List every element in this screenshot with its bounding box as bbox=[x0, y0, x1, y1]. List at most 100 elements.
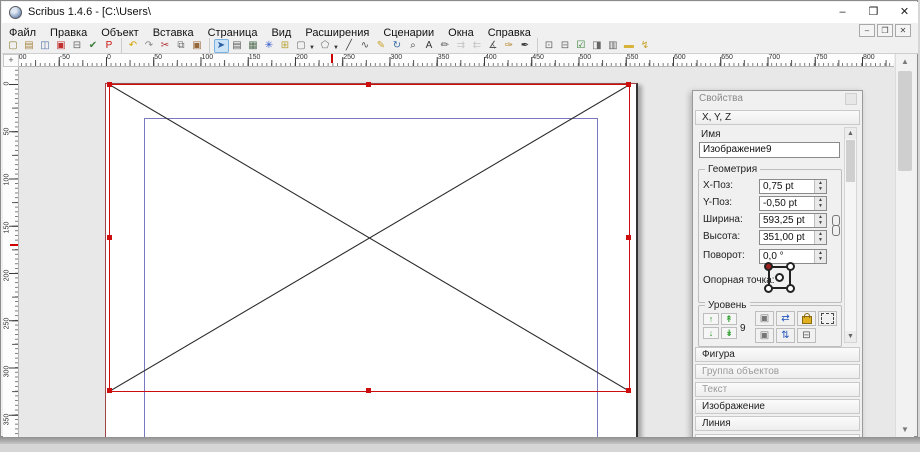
selection-handle[interactable] bbox=[107, 388, 112, 393]
paste-button[interactable]: ▣ bbox=[190, 39, 205, 53]
edit-text-story-editor-button[interactable]: ✏ bbox=[437, 39, 452, 53]
spin-down-icon[interactable]: ▼ bbox=[815, 203, 826, 209]
ruler-origin-button[interactable]: + bbox=[3, 54, 19, 67]
link-text-frames-button[interactable]: ⇉ bbox=[453, 39, 468, 53]
copy-button[interactable]: ⧉ bbox=[174, 39, 189, 53]
section-line[interactable]: Линия bbox=[695, 416, 860, 431]
minimize-button[interactable]: – bbox=[828, 2, 857, 22]
insert-image-frame-button[interactable]: ▦ bbox=[246, 39, 261, 53]
unlink-text-frames-button[interactable]: ⇇ bbox=[469, 39, 484, 53]
basepoint-top-right[interactable] bbox=[786, 262, 795, 271]
mirror-horizontal-button[interactable]: ▣ bbox=[755, 311, 774, 326]
new-document-button[interactable]: ▢ bbox=[6, 39, 21, 53]
pdf-text-field-tool[interactable]: ⊟ bbox=[557, 39, 572, 53]
lock-size-button[interactable] bbox=[818, 311, 837, 326]
pdf-push-button-tool[interactable]: ⊡ bbox=[541, 39, 556, 53]
insert-shape-button-dropdown-icon[interactable]: ▼ bbox=[309, 45, 315, 51]
export-pdf-button[interactable]: P bbox=[102, 39, 117, 53]
tab-xyz[interactable]: X, Y, Z bbox=[695, 110, 860, 125]
print-document-button[interactable]: ⊟ bbox=[70, 39, 85, 53]
insert-line-button[interactable]: ╱ bbox=[341, 39, 356, 53]
y-pos-field[interactable]: -0,50 pt▲▼ bbox=[759, 196, 827, 211]
cut-button[interactable]: ✂ bbox=[158, 39, 173, 53]
mdi-close-button[interactable]: ✕ bbox=[895, 24, 911, 37]
close-button[interactable]: ✕ bbox=[890, 2, 919, 22]
zoom-tool-button[interactable]: ⌕ bbox=[405, 39, 420, 53]
link-width-height-icon[interactable] bbox=[832, 225, 840, 236]
undo-button[interactable]: ↶ bbox=[126, 39, 141, 53]
scrollbar-thumb[interactable] bbox=[898, 71, 912, 171]
spin-down-icon[interactable]: ▼ bbox=[815, 220, 826, 226]
mdi-minimize-button[interactable]: – bbox=[859, 24, 875, 37]
selection-handle[interactable] bbox=[626, 235, 631, 240]
spin-down-icon[interactable]: ▼ bbox=[815, 256, 826, 262]
preflight-verifier-button[interactable]: ✔ bbox=[86, 39, 101, 53]
insert-text-frame-button[interactable]: ▤ bbox=[230, 39, 245, 53]
section-image[interactable]: Изображение bbox=[695, 399, 860, 414]
panel-scrollbar-thumb[interactable] bbox=[846, 140, 855, 182]
canvas-vertical-scrollbar[interactable]: ▲ ▼ bbox=[895, 54, 914, 438]
lower-to-bottom-button[interactable]: ↡ bbox=[721, 327, 737, 339]
panel-close-button[interactable] bbox=[845, 93, 857, 105]
save-document-button[interactable]: ◫ bbox=[38, 39, 53, 53]
insert-table-button[interactable]: ⊞ bbox=[278, 39, 293, 53]
panel-scroll-down-icon[interactable]: ▼ bbox=[845, 331, 856, 342]
rotation-spinner[interactable]: ▲▼ bbox=[814, 250, 826, 263]
restore-button[interactable]: ❐ bbox=[859, 2, 888, 22]
height-field[interactable]: 351,00 pt▲▼ bbox=[759, 230, 827, 245]
pdf-checkbox-tool[interactable]: ☑ bbox=[573, 39, 588, 53]
pdf-combo-box-tool[interactable]: ◨ bbox=[589, 39, 604, 53]
insert-freehand-line-button[interactable]: ✎ bbox=[373, 39, 388, 53]
insert-shape-button[interactable]: ▢ bbox=[294, 39, 309, 53]
panel-scrollbar[interactable]: ▲ ▼ bbox=[844, 127, 857, 343]
height-spinner[interactable]: ▲▼ bbox=[814, 231, 826, 244]
basepoint-center[interactable] bbox=[775, 273, 784, 282]
insert-polygon-button[interactable]: ⬠ bbox=[317, 39, 332, 53]
selected-image-frame[interactable] bbox=[109, 84, 630, 392]
panel-scroll-up-icon[interactable]: ▲ bbox=[845, 128, 856, 139]
copy-item-properties-button[interactable]: ✑ bbox=[501, 39, 516, 53]
selection-handle[interactable] bbox=[366, 82, 371, 87]
pdf-link-annotation-tool[interactable]: ↯ bbox=[637, 39, 652, 53]
basepoint-bottom-left[interactable] bbox=[764, 284, 773, 293]
selection-handle[interactable] bbox=[366, 388, 371, 393]
print-object-button[interactable]: ⊟ bbox=[797, 328, 816, 343]
insert-polygon-button-dropdown-icon[interactable]: ▼ bbox=[333, 45, 339, 51]
section-shape[interactable]: Фигура bbox=[695, 347, 860, 362]
edit-contents-button[interactable]: A bbox=[421, 39, 436, 53]
close-document-button[interactable]: ▣ bbox=[54, 39, 69, 53]
selection-handle[interactable] bbox=[626, 388, 631, 393]
selection-handle[interactable] bbox=[107, 235, 112, 240]
mdi-restore-button[interactable]: ❐ bbox=[877, 24, 893, 37]
raise-to-top-button[interactable]: ↟ bbox=[721, 313, 737, 325]
select-item-button[interactable]: ➤ bbox=[214, 39, 229, 53]
basepoint-top-left[interactable] bbox=[764, 262, 773, 271]
pdf-text-annotation-tool[interactable]: ▬ bbox=[621, 39, 636, 53]
spin-down-icon[interactable]: ▼ bbox=[815, 237, 826, 243]
basepoint-bottom-right[interactable] bbox=[786, 284, 795, 293]
object-name-input[interactable]: Изображение9 bbox=[699, 142, 840, 158]
insert-bezier-curve-button[interactable]: ∿ bbox=[357, 39, 372, 53]
measurements-button[interactable]: ∡ bbox=[485, 39, 500, 53]
width-field[interactable]: 593,25 pt▲▼ bbox=[759, 213, 827, 228]
lower-level-button[interactable]: ↓ bbox=[703, 327, 719, 339]
pdf-list-box-tool[interactable]: ▥ bbox=[605, 39, 620, 53]
x-pos-field[interactable]: 0,75 pt▲▼ bbox=[759, 179, 827, 194]
flip-vertical-button[interactable]: ⇅ bbox=[776, 328, 795, 343]
rotate-item-button[interactable]: ↻ bbox=[389, 39, 404, 53]
open-document-button[interactable]: ▤ bbox=[22, 39, 37, 53]
selection-handle[interactable] bbox=[107, 82, 112, 87]
x-pos-spinner[interactable]: ▲▼ bbox=[814, 180, 826, 193]
scroll-up-icon[interactable]: ▲ bbox=[896, 54, 914, 69]
selection-handle[interactable] bbox=[626, 82, 631, 87]
scroll-down-icon[interactable]: ▼ bbox=[896, 422, 914, 437]
y-pos-spinner[interactable]: ▲▼ bbox=[814, 197, 826, 210]
insert-render-frame-button[interactable]: ✳ bbox=[262, 39, 277, 53]
spin-down-icon[interactable]: ▼ bbox=[815, 186, 826, 192]
raise-level-button[interactable]: ↑ bbox=[703, 313, 719, 325]
mirror-vertical-button[interactable]: ▣ bbox=[755, 328, 774, 343]
flip-horizontal-button[interactable]: ⇄ bbox=[776, 311, 795, 326]
eye-dropper-button[interactable]: ✒ bbox=[517, 39, 532, 53]
redo-button[interactable]: ↷ bbox=[142, 39, 157, 53]
lock-object-button[interactable] bbox=[797, 311, 816, 326]
